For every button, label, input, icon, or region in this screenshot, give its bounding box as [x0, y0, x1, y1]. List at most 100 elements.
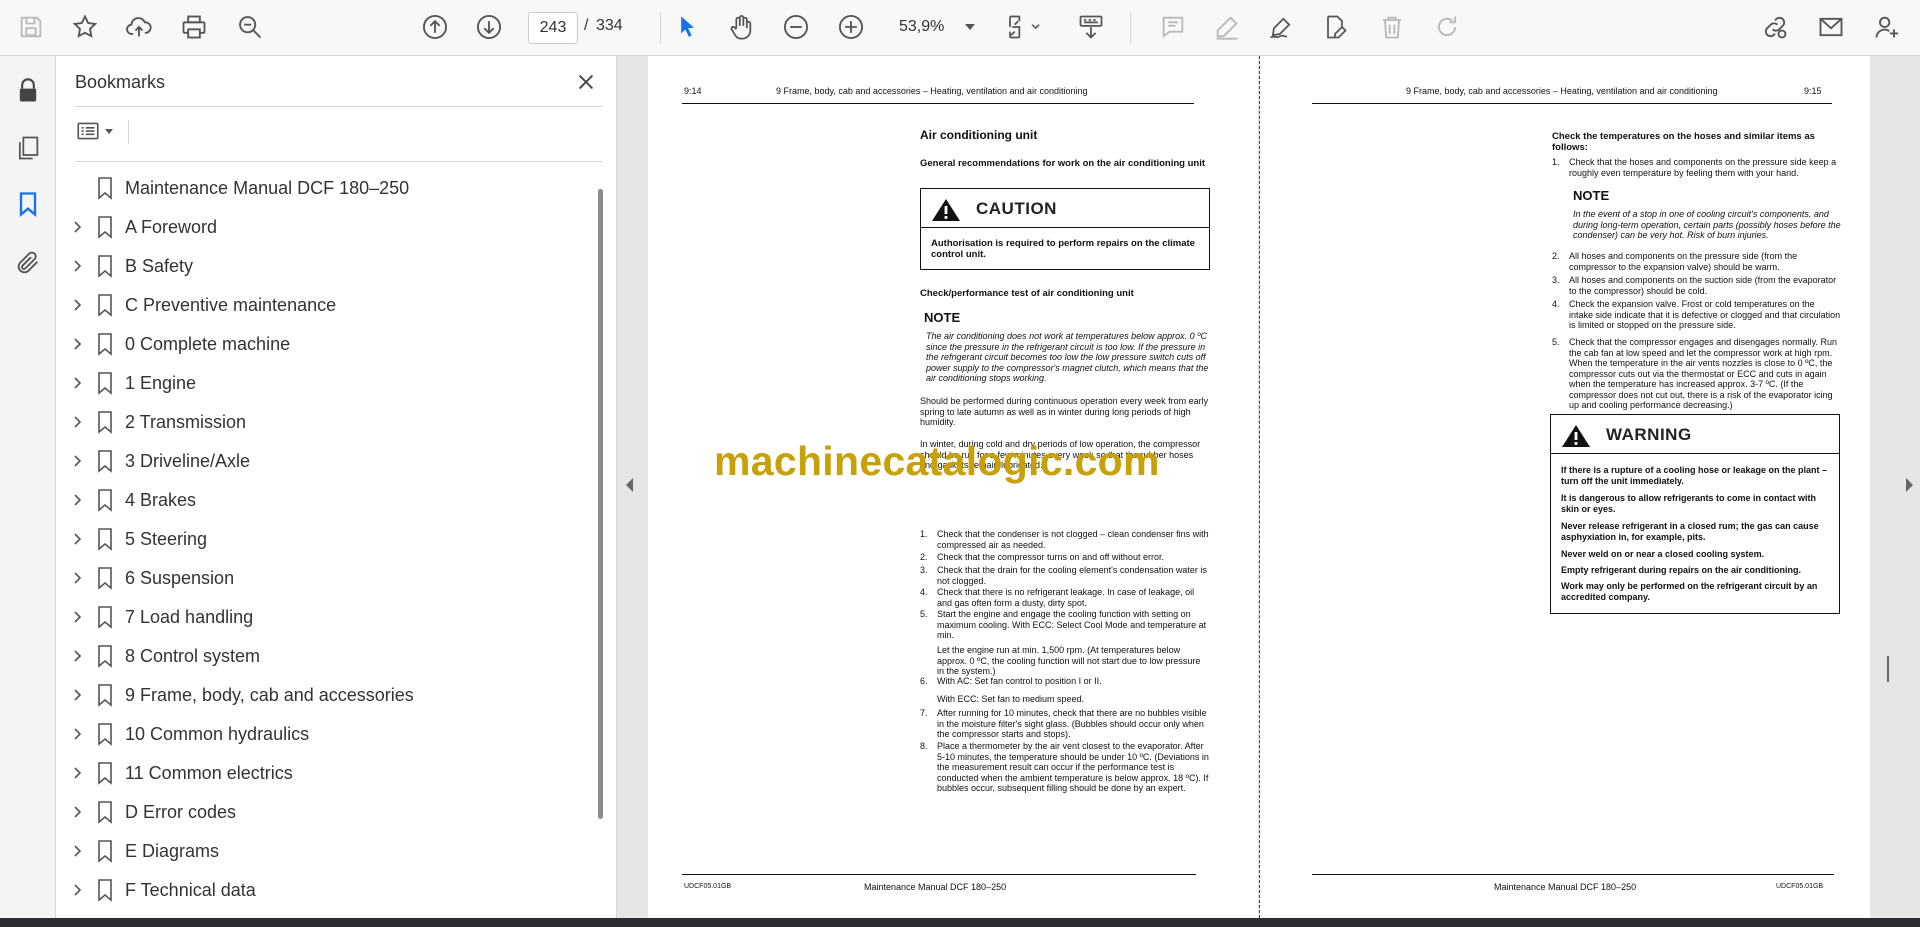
- comment-icon[interactable]: [1156, 10, 1190, 44]
- bookmark-icon: [98, 177, 112, 200]
- chevron-right-icon[interactable]: [70, 766, 84, 780]
- bookmark-item[interactable]: C Preventive maintenance: [56, 285, 591, 324]
- bookmark-options-button[interactable]: [75, 116, 123, 146]
- bookmark-item[interactable]: F Technical data: [56, 870, 591, 909]
- step-text: All hoses and components on the pressure…: [1569, 251, 1798, 272]
- delete-trash-icon[interactable]: [1375, 10, 1409, 44]
- bookmark-item[interactable]: 5 Steering: [56, 519, 591, 558]
- page-fit-icon[interactable]: [1002, 10, 1046, 44]
- step-number: 1.: [920, 529, 928, 539]
- chevron-right-icon[interactable]: [70, 337, 84, 351]
- sign-pen-icon[interactable]: [1264, 10, 1298, 44]
- chevron-right-icon[interactable]: [70, 571, 84, 585]
- bookmark-item[interactable]: Maintenance Manual DCF 180–250: [56, 168, 591, 207]
- bookmark-icon: [98, 333, 112, 356]
- bookmark-item[interactable]: A Foreword: [56, 207, 591, 246]
- chevron-right-icon[interactable]: [70, 610, 84, 624]
- step-number: 5.: [920, 609, 928, 619]
- redo-icon[interactable]: [1430, 10, 1464, 44]
- bookmark-item[interactable]: 11 Common electrics: [56, 753, 591, 792]
- print-icon[interactable]: [177, 10, 211, 44]
- star-icon[interactable]: [68, 10, 102, 44]
- chevron-right-icon[interactable]: [70, 844, 84, 858]
- note-text: In the event of a stop in one of cooling…: [1573, 209, 1841, 240]
- bookmarks-panel-icon[interactable]: [11, 187, 45, 221]
- bookmark-icon: [98, 372, 112, 395]
- bookmark-item[interactable]: 8 Control system: [56, 636, 591, 675]
- bookmark-icon: [98, 450, 112, 473]
- bookmarks-panel: Bookmarks Maintenance Manual DCF 180–250…: [56, 56, 617, 918]
- bookmark-item[interactable]: 2 Transmission: [56, 402, 591, 441]
- header-rule: [682, 103, 1194, 104]
- close-icon[interactable]: [572, 68, 600, 96]
- zoom-in-icon[interactable]: [834, 10, 868, 44]
- hand-tool-icon[interactable]: [724, 10, 758, 44]
- collapse-left-panel-icon[interactable]: [626, 478, 633, 492]
- bookmark-item[interactable]: 7 Load handling: [56, 597, 591, 636]
- select-cursor-icon[interactable]: [670, 10, 704, 44]
- bookmark-item[interactable]: 1 Engine: [56, 363, 591, 402]
- chevron-right-icon[interactable]: [70, 376, 84, 390]
- paragraph: Should be performed during continuous op…: [920, 396, 1209, 427]
- bookmark-item[interactable]: D Error codes: [56, 792, 591, 831]
- highlight-pen-icon[interactable]: [1210, 10, 1244, 44]
- save-icon[interactable]: [14, 10, 48, 44]
- document-scrollbar-thumb[interactable]: [1887, 656, 1889, 682]
- zoom-out-icon[interactable]: [779, 10, 813, 44]
- panel-scrollbar-thumb[interactable]: [598, 189, 603, 819]
- chevron-right-icon[interactable]: [70, 727, 84, 741]
- scroll-mode-icon[interactable]: [1074, 10, 1108, 44]
- edit-document-icon[interactable]: [1318, 10, 1352, 44]
- zoom-dropdown[interactable]: 53,9%: [889, 12, 981, 42]
- chevron-right-icon[interactable]: [70, 259, 84, 273]
- step-number: 8.: [920, 741, 928, 751]
- bookmark-item[interactable]: 10 Common hydraulics: [56, 714, 591, 753]
- bookmark-label: Maintenance Manual DCF 180–250: [125, 178, 410, 198]
- step-text: Start the engine and engage the cooling …: [937, 609, 1207, 640]
- expand-right-panel-icon[interactable]: [1906, 478, 1913, 492]
- chevron-right-icon[interactable]: [70, 493, 84, 507]
- bookmark-item[interactable]: 3 Driveline/Axle: [56, 441, 591, 480]
- step-text: After running for 10 minutes, check that…: [937, 708, 1207, 739]
- step-number: 3.: [920, 565, 928, 575]
- bookmark-item[interactable]: 4 Brakes: [56, 480, 591, 519]
- pdf-page-left: 9:14 9 Frame, body, cab and accessories …: [648, 56, 1258, 918]
- warning-line: Empty refrigerant during repairs on the …: [1561, 565, 1802, 575]
- page-number: 9:15: [1804, 86, 1822, 96]
- chevron-right-icon[interactable]: [70, 415, 84, 429]
- bookmark-item[interactable]: B Safety: [56, 246, 591, 285]
- warning-triangle-icon: [932, 199, 960, 221]
- previous-page-icon[interactable]: [418, 10, 452, 44]
- chevron-right-icon[interactable]: [70, 883, 84, 897]
- chevron-right-icon[interactable]: [70, 220, 84, 234]
- bookmark-label: A Foreword: [125, 217, 218, 237]
- share-link-icon[interactable]: [1758, 10, 1792, 44]
- lock-icon[interactable]: [11, 74, 45, 108]
- warning-line: Never weld on or near a closed cooling s…: [1561, 549, 1765, 559]
- add-user-icon[interactable]: [1870, 10, 1904, 44]
- document-scrollbar[interactable]: [1887, 56, 1899, 918]
- upload-cloud-icon[interactable]: [122, 10, 156, 44]
- bookmark-item[interactable]: 6 Suspension: [56, 558, 591, 597]
- find-zoom-icon[interactable]: [233, 10, 267, 44]
- bookmark-icon: [98, 528, 112, 551]
- bookmark-label: 6 Suspension: [125, 568, 235, 588]
- bookmark-icon: [98, 567, 112, 590]
- next-page-icon[interactable]: [472, 10, 506, 44]
- email-envelope-icon[interactable]: [1814, 10, 1848, 44]
- bookmark-item[interactable]: 9 Frame, body, cab and accessories: [56, 675, 591, 714]
- bookmark-item[interactable]: 0 Complete machine: [56, 324, 591, 363]
- chevron-right-icon[interactable]: [70, 805, 84, 819]
- chevron-right-icon[interactable]: [70, 454, 84, 468]
- step-text: With AC: Set fan control to position I o…: [937, 676, 1102, 686]
- chevron-right-icon[interactable]: [70, 688, 84, 702]
- step-number: 2.: [1552, 251, 1560, 261]
- page-number-input[interactable]: 243: [528, 12, 578, 44]
- chevron-right-icon[interactable]: [70, 298, 84, 312]
- zoom-value: 53,9%: [899, 18, 945, 35]
- chevron-right-icon[interactable]: [70, 649, 84, 663]
- chevron-right-icon[interactable]: [70, 532, 84, 546]
- page-thumbnails-icon[interactable]: [11, 131, 45, 165]
- attachments-icon[interactable]: [11, 246, 45, 280]
- bookmark-item[interactable]: E Diagrams: [56, 831, 591, 870]
